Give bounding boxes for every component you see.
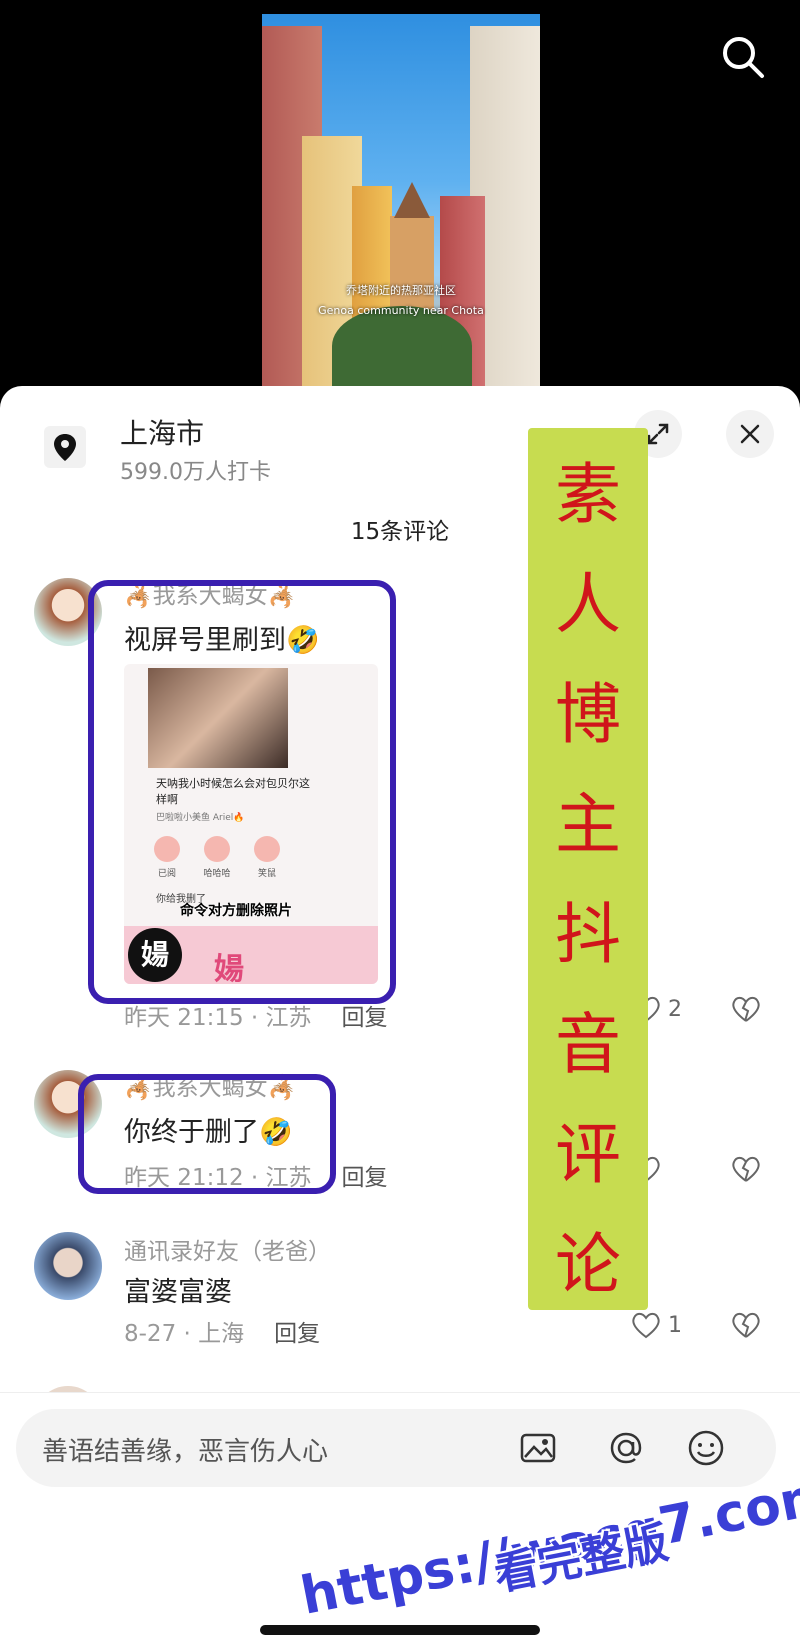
avatar[interactable]: [34, 1232, 102, 1300]
location-checkins: 599.0万人打卡: [120, 460, 271, 485]
comment-meta: 8-27 · 上海 回复: [124, 1314, 320, 1348]
trees: [332, 306, 472, 386]
tower-roof: [394, 182, 430, 218]
home-indicator[interactable]: [260, 1625, 540, 1635]
banner-text: 素人博主抖音评论: [555, 456, 621, 1303]
comment-time: 昨天 21:15 · 江苏: [124, 1005, 312, 1031]
comment-text: 富婆富婆: [124, 1277, 232, 1308]
comment-count: 15条评论: [350, 519, 450, 545]
video-caption-en: Genoa community near Chota: [318, 304, 484, 317]
dislike-button[interactable]: [730, 1154, 762, 1188]
reply-button[interactable]: 回复: [274, 1321, 320, 1347]
like-count: 1: [668, 1312, 682, 1338]
comment-username[interactable]: 通讯录好友（老爸）: [124, 1232, 331, 1266]
video-frame[interactable]: 乔塔附近的热那亚社区 Genoa community near Chota: [262, 14, 540, 386]
video-area[interactable]: 乔塔附近的热那亚社区 Genoa community near Chota: [0, 0, 800, 400]
video-caption-cn: 乔塔附近的热那亚社区: [346, 284, 456, 297]
close-icon[interactable]: [726, 410, 774, 458]
highlight-box: [78, 1074, 336, 1194]
dislike-button[interactable]: [730, 994, 762, 1028]
broken-heart-icon: [732, 996, 760, 1022]
image-icon[interactable]: [516, 1426, 560, 1470]
emoji-icon[interactable]: [684, 1426, 728, 1470]
comment-time: 8-27 · 上海: [124, 1321, 245, 1347]
reply-button[interactable]: 回复: [342, 1005, 388, 1031]
dislike-button[interactable]: [730, 1310, 762, 1344]
comment-input[interactable]: 善语结善缘，恶言伤人心: [16, 1409, 776, 1487]
mention-icon[interactable]: [604, 1426, 648, 1470]
overlay-banner: 素人博主抖音评论: [528, 428, 648, 1310]
location-title[interactable]: 上海市: [120, 412, 204, 452]
broken-heart-icon: [732, 1312, 760, 1338]
search-icon[interactable]: [720, 34, 766, 80]
like-count: 2: [668, 996, 682, 1022]
reply-button[interactable]: 回复: [342, 1165, 388, 1191]
broken-heart-icon: [732, 1156, 760, 1182]
comment-input-placeholder: 善语结善缘，恶言伤人心: [42, 1437, 329, 1467]
location-pin-icon: [44, 426, 86, 468]
highlight-box: [88, 580, 396, 1004]
